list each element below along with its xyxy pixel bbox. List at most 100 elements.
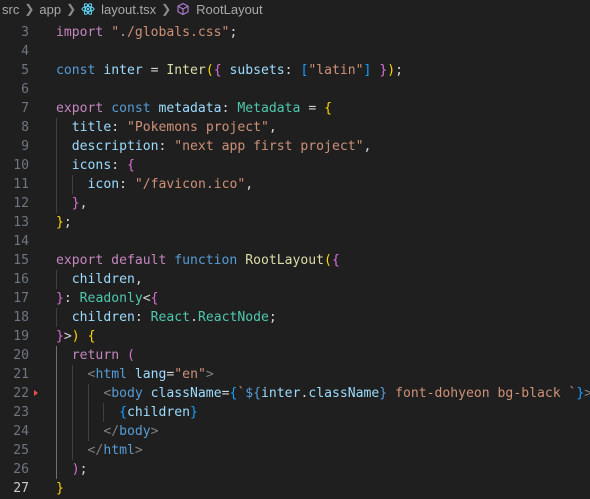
code-token: "/favicon.ico" <box>134 177 246 192</box>
code-token: > <box>63 329 72 344</box>
code-text: </body> <box>56 422 158 441</box>
code-token: const <box>111 101 159 116</box>
code-line[interactable]: 17 }: Readonly<{ <box>0 289 590 308</box>
code-text: icons: { <box>56 156 135 175</box>
react-icon <box>81 3 95 15</box>
line-number: 8 <box>21 120 29 135</box>
code-line[interactable]: 20 return ( <box>0 346 590 365</box>
code-token: ${ <box>245 386 262 401</box>
code-token: Readonly <box>79 291 143 306</box>
code-text: } <box>56 479 64 498</box>
line-number: 4 <box>21 44 29 59</box>
line-number: 16 <box>13 272 29 287</box>
code-line[interactable]: 21 <html lang="en"> <box>0 365 590 384</box>
code-token: ( <box>205 63 214 78</box>
code-token: { <box>150 291 159 306</box>
line-number: 27 <box>13 481 29 496</box>
code-token: > <box>584 386 590 401</box>
code-line[interactable]: 13}; <box>0 213 590 232</box>
code-line[interactable]: 15 export default function RootLayout({ <box>0 251 590 270</box>
code-token: font-dohyeon bg-black ` <box>387 386 577 401</box>
code-text: const inter = Inter({ subsets: ["latin"]… <box>56 61 403 80</box>
code-token: function <box>174 253 246 268</box>
code-line[interactable]: 22 <body className={`${inter.className} … <box>0 384 590 403</box>
code-token: = <box>300 101 325 116</box>
breadcrumb-item-symbol[interactable]: RootLayout <box>194 2 265 17</box>
code-line[interactable]: 6 <box>0 80 590 99</box>
code-token: { <box>87 329 96 344</box>
code-token: { <box>213 63 222 78</box>
line-number: 25 <box>13 443 29 458</box>
code-token: title <box>71 120 112 135</box>
code-token: RootLayout <box>245 253 325 268</box>
code-line[interactable]: 23 {children} <box>0 403 590 422</box>
code-token: ( <box>324 253 332 268</box>
line-number: 17 <box>13 291 29 306</box>
code-token: "latin" <box>308 63 364 78</box>
code-token: "en" <box>174 367 206 382</box>
code-token: ) <box>71 462 80 477</box>
code-token: React <box>150 310 191 325</box>
code-editor[interactable]: 3 import "./globals.css"; 4 5 const inter = … <box>0 18 590 499</box>
code-token: Inter <box>166 63 206 78</box>
code-token: html <box>103 443 135 458</box>
code-text: description: "next app first project", <box>56 137 372 156</box>
code-token: ) <box>387 63 396 78</box>
code-line[interactable]: 12 }, <box>0 194 590 213</box>
code-line[interactable]: 24 </body> <box>0 422 590 441</box>
code-token: export <box>56 101 112 116</box>
breadcrumb-item-file[interactable]: layout.tsx <box>99 2 158 17</box>
code-token: } <box>190 405 198 420</box>
code-line[interactable]: 18 children: React.ReactNode; <box>0 308 590 327</box>
code-line[interactable]: 4 <box>0 42 590 61</box>
code-token: { <box>324 101 332 116</box>
code-line[interactable]: 8 title: "Pokemons project", <box>0 118 590 137</box>
code-line[interactable]: 7 export const metadata: Metadata = { <box>0 99 590 118</box>
code-line[interactable]: 10 icons: { <box>0 156 590 175</box>
code-line[interactable]: 26 ); <box>0 460 590 479</box>
code-line[interactable]: 25 </html> <box>0 441 590 460</box>
code-line[interactable]: 14 <box>0 232 590 251</box>
code-line[interactable]: 27} <box>0 479 590 498</box>
code-token: : <box>119 177 135 192</box>
code-token: children <box>126 405 191 420</box>
code-text: export default function RootLayout({ <box>56 251 340 270</box>
breadcrumb: src ❯ app ❯ layout.tsx ❯ RootLayout <box>0 0 590 18</box>
line-number: 18 <box>13 310 29 325</box>
code-line[interactable]: 5 const inter = Inter({ subsets: ["latin"… <box>0 61 590 80</box>
breadcrumb-item-app[interactable]: app <box>37 2 63 17</box>
code-line[interactable]: 9 description: "next app first project", <box>0 137 590 156</box>
chevron-right-icon: ❯ <box>66 2 77 16</box>
error-marker-icon[interactable] <box>34 390 38 396</box>
breadcrumb-item-src[interactable]: src <box>0 2 21 17</box>
code-line[interactable]: 16 children, <box>0 270 590 289</box>
code-text: {children} <box>56 403 198 422</box>
code-text: <body className={`${inter.className} fon… <box>56 384 590 403</box>
code-token: metadata <box>158 101 222 116</box>
code-token: > <box>134 443 143 458</box>
code-token: : <box>284 63 301 78</box>
line-number: 19 <box>13 329 29 344</box>
code-token: "next app first project" <box>174 139 364 154</box>
code-line[interactable]: 3 import "./globals.css"; <box>0 23 590 42</box>
code-token: ; <box>79 462 88 477</box>
code-token: : <box>221 101 238 116</box>
code-text: }: Readonly<{ <box>56 289 159 308</box>
line-number: 6 <box>21 82 29 97</box>
code-line[interactable]: 19}>) { <box>0 327 590 346</box>
code-token: const <box>56 63 104 78</box>
line-number: 11 <box>13 177 29 192</box>
code-line[interactable]: 11 icon: "/favicon.ico", <box>0 175 590 194</box>
code-token: , <box>134 272 143 287</box>
code-token: ( <box>126 348 135 363</box>
code-token: return <box>71 348 127 363</box>
code-token: ) <box>71 329 80 344</box>
code-text: import "./globals.css"; <box>56 23 237 42</box>
